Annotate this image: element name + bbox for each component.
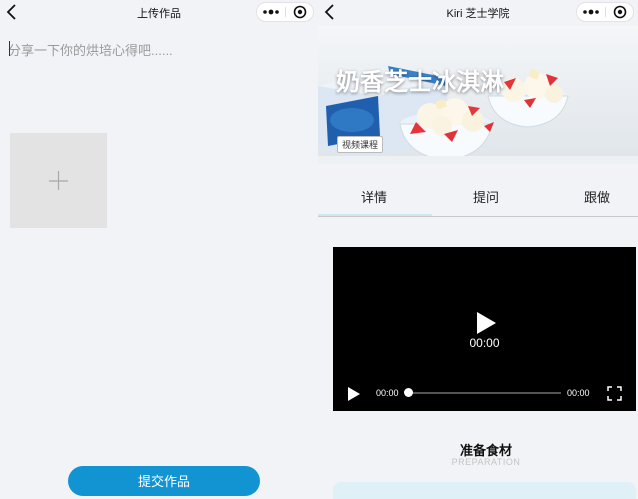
mini-program-capsule [256,2,314,22]
more-dots-icon [263,9,279,15]
more-dots-icon [583,9,599,15]
video-current-time: 00:00 [376,388,399,398]
course-type-badge: 视频课程 [337,136,384,153]
close-button[interactable] [286,3,314,21]
tab-questions[interactable]: 提问 [473,187,499,206]
play-icon[interactable] [475,311,497,335]
plus-icon [49,171,68,190]
submit-button[interactable]: 提交作品 [68,466,260,496]
share-input[interactable] [8,40,298,120]
section-subtitle: PREPARATION [451,457,521,467]
tab-follow-along[interactable]: 跟做 [584,187,610,206]
chevron-left-icon [6,4,16,20]
tab-bar: 详情 提问 跟做 [318,178,638,216]
play-icon[interactable] [347,386,361,402]
video-progress-thumb[interactable] [404,388,413,397]
left-navbar: 上传作品 [0,0,318,26]
mini-program-capsule [576,2,634,22]
tab-divider [318,216,638,217]
back-button[interactable] [320,0,342,24]
video-player[interactable]: 00:00 00:00 00:00 [333,247,636,411]
close-button[interactable] [606,3,634,21]
add-photo-button[interactable] [10,133,107,228]
fullscreen-icon[interactable] [607,386,622,401]
video-duration: 00:00 [567,388,590,398]
video-center-time: 00:00 [469,336,500,350]
course-banner[interactable]: 奶香芝士冰淇淋 视频课程 [318,26,638,164]
ingredients-card [333,482,636,499]
tab-details[interactable]: 详情 [361,187,387,206]
right-navbar: Kiri 芝士学院 [318,0,638,26]
upload-work-page: 上传作品 提交作品 [0,0,318,499]
more-button[interactable] [577,3,605,21]
target-close-icon [613,5,627,19]
back-button[interactable] [2,0,24,24]
banner-title: 奶香芝士冰淇淋 [336,69,504,96]
video-progress-bar[interactable] [404,388,561,397]
course-detail-page: Kiri 芝士学院 奶香芝士冰淇淋 视频课程 详情 提问 跟做 00:00 00… [318,0,638,499]
target-close-icon [293,5,307,19]
chevron-left-icon [324,4,334,20]
text-cursor [9,41,10,56]
more-button[interactable] [257,3,285,21]
